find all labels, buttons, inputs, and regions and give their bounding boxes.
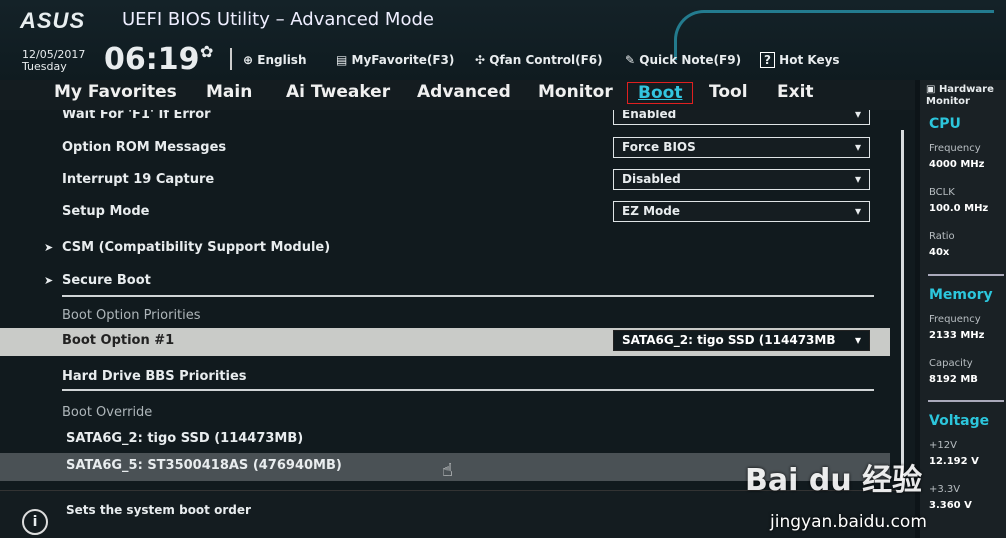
section-title: Boot Override [62,405,153,420]
watermark-url: jingyan.baidu.com [770,512,927,532]
tab-exit[interactable]: Exit [777,82,814,102]
value: 8192 MB [929,374,978,385]
memory-heading: Memory [929,287,993,303]
note-icon: ✎ [625,53,636,67]
settings-panel: Wait For 'F1' If Error Enabled Option ROM… [0,110,915,490]
quick-note-button[interactable]: ✎ Quick Note(F9) [625,53,741,67]
header: ASUS UEFI BIOS Utility – Advanced Mode 1… [0,0,1006,80]
divider [928,274,1004,276]
divider [928,400,1004,402]
value: 40x [929,247,950,258]
section-header: Boot Option Priorities [0,303,890,331]
value: 3.360 V [929,500,972,511]
tab-bar: My Favorites Main Ai Tweaker Advanced Mo… [0,80,915,110]
boot-override-label: SATA6G_2: tigo SSD (114473MB) [66,431,304,446]
sidebar-title: ▣ Hardware Monitor [926,84,1004,108]
scrollbar[interactable] [901,130,904,480]
fan-icon: ✣ [475,53,486,67]
boot-override-label: SATA6G_5: ST3500418AS (476940MB) [66,458,342,473]
help-icon: ? [760,52,775,68]
setting-label: Interrupt 19 Capture [62,172,215,187]
value: 4000 MHz [929,159,985,170]
boot-override-item[interactable]: SATA6G_2: tigo SSD (114473MB) [0,426,890,454]
tab-advanced[interactable]: Advanced [417,82,511,102]
tab-boot[interactable]: Boot [627,82,694,104]
tab-main[interactable]: Main [206,82,252,102]
qfan-control-button[interactable]: ✣ Qfan Control(F6) [475,53,603,67]
hardware-monitor-sidebar: ▣ Hardware Monitor CPU Frequency 4000 MH… [920,80,1006,538]
value: 100.0 MHz [929,203,989,214]
setting-row[interactable]: Wait For 'F1' If Error Enabled [0,110,890,130]
setting-row[interactable]: Option ROM Messages Force BIOS [0,135,890,163]
setting-label: Hard Drive BBS Priorities [62,369,247,384]
setting-row[interactable]: Interrupt 19 Capture Disabled [0,167,890,195]
tab-monitor[interactable]: Monitor [538,82,613,102]
value: 2133 MHz [929,330,985,341]
globe-icon: ⊕ [243,53,254,67]
tab-my-favorites[interactable]: My Favorites [54,82,177,102]
label: Quick Note(F9) [639,53,742,67]
label: Hot Keys [779,53,840,67]
submenu-label: CSM (Compatibility Support Module) [62,240,331,255]
app-title: UEFI BIOS Utility – Advanced Mode [122,9,434,30]
watermark-logo: Bai du 经验 [745,463,923,498]
myfavorite-button[interactable]: ▤ MyFavorite(F3) [336,53,454,67]
hot-keys-button[interactable]: ? Hot Keys [760,52,840,68]
help-text: Sets the system boot order [66,503,251,517]
label: English [257,53,307,67]
info-icon: i [22,509,48,535]
setting-dropdown[interactable]: Disabled [613,169,870,190]
submenu-label: Secure Boot [62,273,151,288]
label: Frequency [929,314,981,325]
hand-cursor-icon: ☝ [442,460,453,481]
divider [62,389,874,391]
language-button[interactable]: ⊕ English [243,53,307,67]
voltage-heading: Voltage [929,413,990,429]
label: MyFavorite(F3) [351,53,455,67]
submenu-csm[interactable]: ➤ CSM (Compatibility Support Module) [0,235,890,263]
clock: 06:19 [104,42,200,77]
value: 12.192 V [929,456,979,467]
cpu-heading: CPU [929,116,961,132]
day: Tuesday [22,60,67,73]
monitor-icon: ▣ [926,84,936,95]
label: BCLK [929,187,955,198]
setting-row[interactable]: Setup Mode EZ Mode [0,199,890,227]
label: +12V [929,440,957,451]
label: +3.3V [929,484,961,495]
section-title: Boot Option Priorities [62,308,201,323]
setting-label: Option ROM Messages [62,140,227,155]
setting-label: Boot Option #1 [62,333,175,348]
tab-tool[interactable]: Tool [709,82,748,102]
hard-drive-bbs-priorities[interactable]: Hard Drive BBS Priorities [0,364,890,392]
label: Capacity [929,358,973,369]
gear-icon[interactable]: ✿ [200,42,213,61]
date-display: 12/05/2017 Tuesday [22,49,85,73]
arrow-right-icon: ➤ [44,241,54,254]
setting-dropdown[interactable]: Force BIOS [613,137,870,158]
asus-logo: ASUS [20,8,86,33]
section-header: Boot Override [0,400,890,428]
submenu-secure-boot[interactable]: ➤ Secure Boot [0,268,890,296]
label: Qfan Control(F6) [489,53,603,67]
divider [62,295,874,297]
boot-option-1-dropdown[interactable]: SATA6G_2: tigo SSD (114473MB [613,330,870,351]
label: Hardware Monitor [926,84,994,107]
arrow-right-icon: ➤ [44,274,54,287]
setting-label: Setup Mode [62,204,150,219]
tab-ai-tweaker[interactable]: Ai Tweaker [286,82,390,102]
label: Frequency [929,143,981,154]
setting-dropdown[interactable]: EZ Mode [613,201,870,222]
divider [230,48,232,70]
boot-option-1-row[interactable]: Boot Option #1 SATA6G_2: tigo SSD (114473… [0,328,890,356]
favorite-icon: ▤ [336,53,348,67]
setting-label: Wait For 'F1' If Error [62,110,211,122]
setting-dropdown[interactable]: Enabled [613,110,870,125]
label: Ratio [929,231,955,242]
